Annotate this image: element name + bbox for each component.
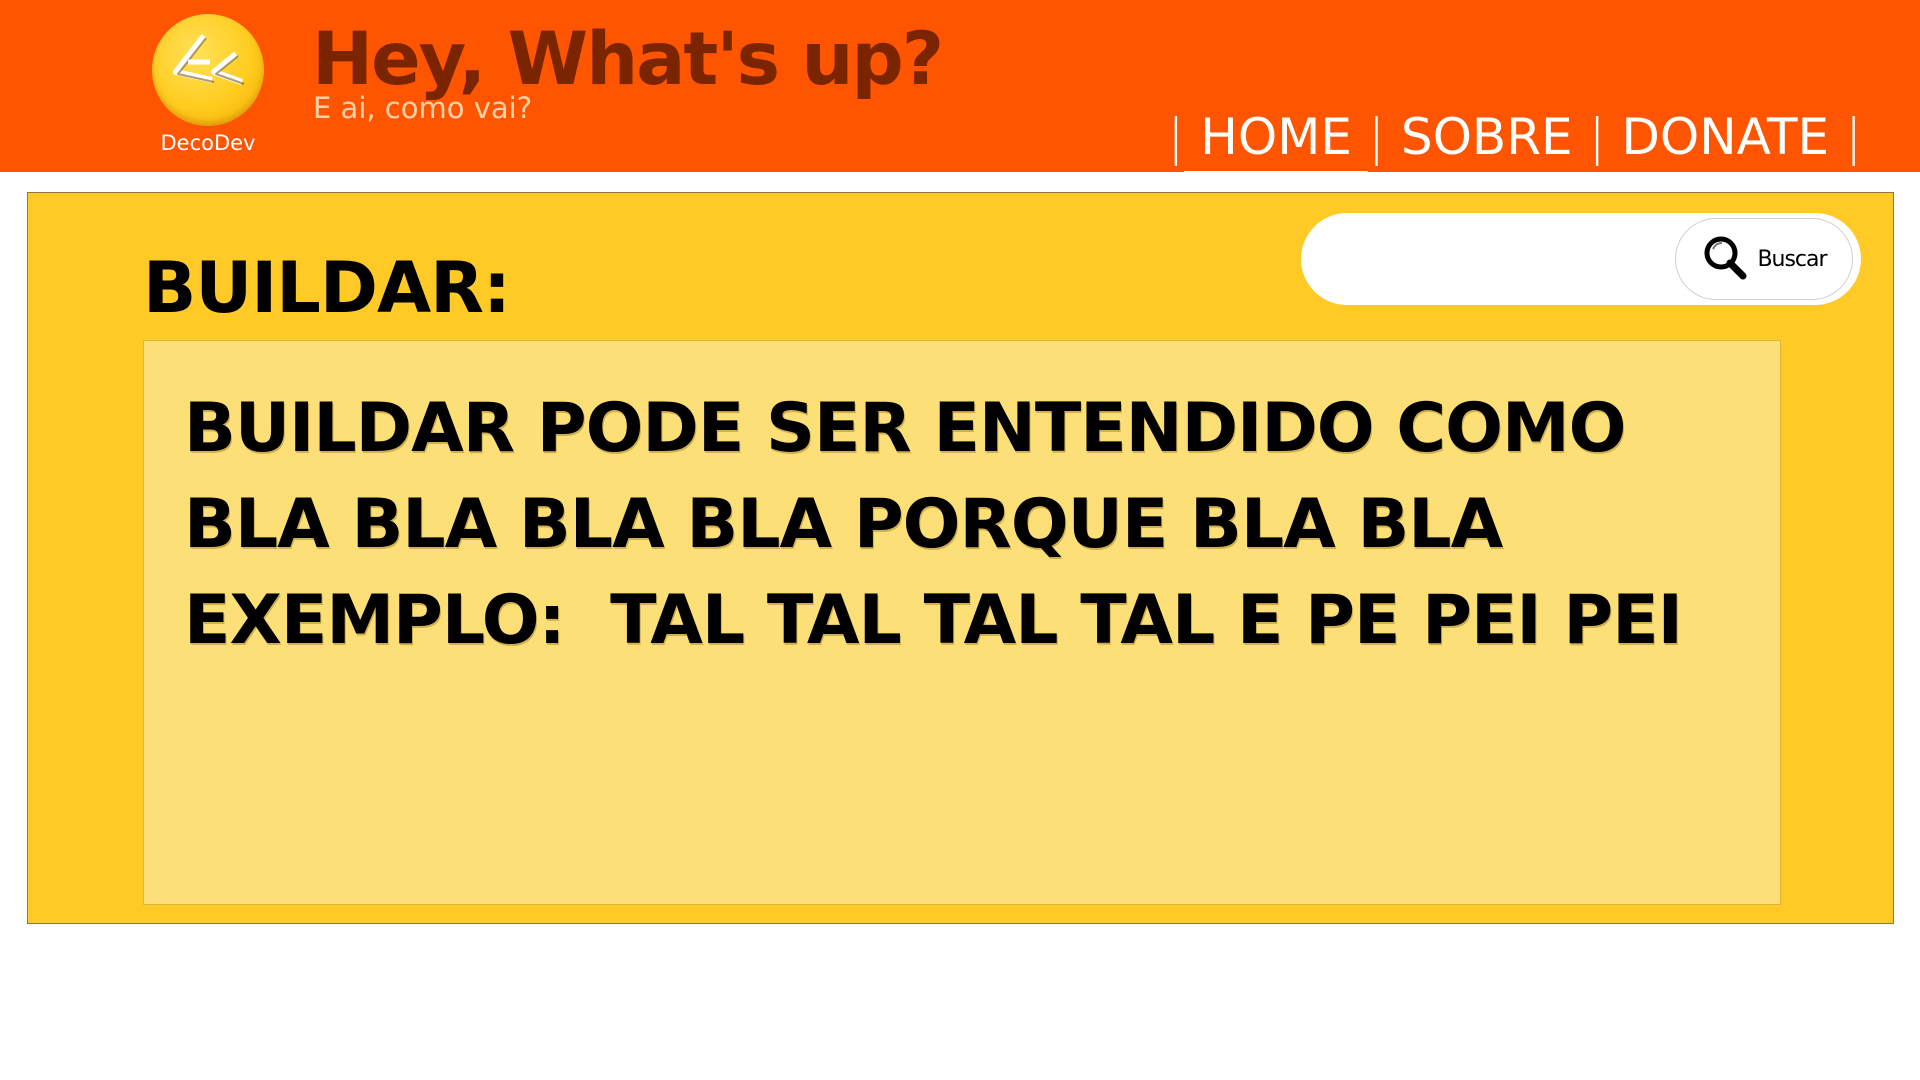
card-line: EXEMPLO: TAL TAL TAL TAL E PE PEI PEI <box>184 581 1683 660</box>
search-button[interactable]: Buscar <box>1675 218 1853 300</box>
nav-item-home[interactable]: HOME <box>1184 108 1368 176</box>
site-subtitle: E ai, como vai? <box>313 91 533 125</box>
site-header: DecoDev Hey, What's up? E ai, como vai? … <box>0 0 1920 176</box>
logo[interactable]: DecoDev <box>150 14 266 155</box>
search-bar: Buscar <box>1301 213 1861 305</box>
card-text: BUILDAR PODE SER ENTENDIDO COMO BLA BLA … <box>184 381 1683 669</box>
logo-label: DecoDev <box>160 131 256 155</box>
nav-item-sobre[interactable]: SOBRE <box>1399 108 1575 166</box>
main-nav: | HOME | SOBRE | DONATE | <box>1167 106 1862 176</box>
nav-separator: | <box>1845 108 1862 166</box>
search-input[interactable] <box>1331 233 1655 287</box>
decodev-logo-icon <box>152 14 264 126</box>
card-line: BLA BLA BLA BLA PORQUE BLA BLA <box>184 485 1503 564</box>
nav-item-donate[interactable]: DONATE <box>1619 108 1831 166</box>
nav-separator: | <box>1588 108 1606 166</box>
search-icon <box>1701 233 1749 285</box>
card-line: BUILDAR PODE SER ENTENDIDO COMO <box>184 389 1626 468</box>
content-card: BUILDAR PODE SER ENTENDIDO COMO BLA BLA … <box>143 340 1781 905</box>
nav-separator: | <box>1367 108 1385 166</box>
page-title: BUILDAR: <box>143 247 511 329</box>
nav-separator: | <box>1167 108 1185 166</box>
search-button-label: Buscar <box>1757 246 1827 272</box>
content-panel: BUILDAR: Buscar BUILDAR PODE SER ENTENDI… <box>27 192 1894 924</box>
